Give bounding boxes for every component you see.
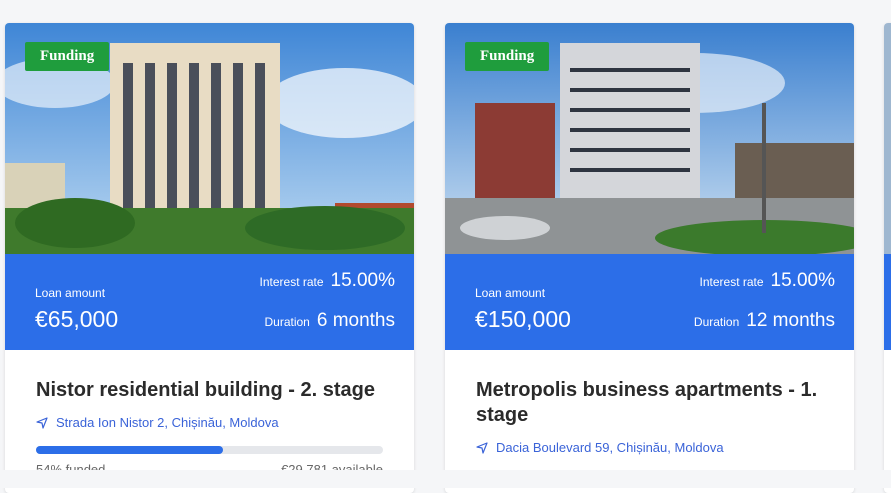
- location-arrow-icon: [476, 441, 488, 454]
- card-body: Metropolis business apartments - 1. stag…: [445, 350, 854, 479]
- project-address[interactable]: Dacia Boulevard 59, Chișinău, Moldova: [476, 440, 824, 455]
- duration-value: 6 months: [316, 310, 395, 331]
- address-text: Strada Ion Nistor 2, Chișinău, Moldova: [56, 415, 279, 430]
- loan-amount-label: Loan amount: [475, 286, 546, 300]
- interest-rate: Interest rate 15.00%: [260, 270, 395, 292]
- project-title[interactable]: Nistor residential building - 2. stage: [36, 378, 384, 403]
- funding-progress-bar: [36, 446, 383, 454]
- project-card[interactable]: Funding Loan amount €65,000 Interest rat…: [5, 23, 414, 493]
- interest-rate-value: 15.00%: [330, 270, 395, 291]
- interest-rate-label: Interest rate: [699, 275, 764, 289]
- duration-label: Duration: [264, 315, 310, 329]
- duration-value: 12 months: [746, 310, 835, 331]
- project-card-partial[interactable]: [884, 23, 891, 493]
- interest-rate-value: 15.00%: [770, 270, 835, 291]
- project-photo: [884, 23, 891, 254]
- loan-stats-panel: Loan amount €150,000 Interest rate 15.00…: [445, 254, 854, 350]
- status-badge: Funding: [25, 42, 110, 71]
- project-card[interactable]: Funding Loan amount €150,000 Interest ra…: [445, 23, 854, 493]
- loan-amount-label: Loan amount: [35, 286, 106, 300]
- address-text: Dacia Boulevard 59, Chișinău, Moldova: [496, 440, 724, 455]
- duration-label: Duration: [693, 315, 740, 329]
- duration: Duration 6 months: [264, 310, 395, 332]
- project-photo[interactable]: Funding: [5, 23, 414, 254]
- loan-stats-panel: Loan amount €65,000 Interest rate 15.00%…: [5, 254, 414, 350]
- loan-amount-value: €65,000: [35, 306, 119, 332]
- project-address[interactable]: Strada Ion Nistor 2, Chișinău, Moldova: [36, 415, 384, 430]
- viewport-bottom-edge: [0, 470, 891, 488]
- location-arrow-icon: [36, 416, 48, 429]
- card-body: Nistor residential building - 2. stage S…: [5, 350, 414, 477]
- project-title[interactable]: Metropolis business apartments - 1. stag…: [476, 378, 824, 428]
- status-badge: Funding: [465, 42, 550, 71]
- loan-stats-panel: [884, 254, 891, 350]
- loan-amount-value: €150,000: [475, 306, 571, 332]
- interest-rate-label: Interest rate: [259, 275, 324, 289]
- interest-rate: Interest rate 15.00%: [700, 270, 835, 292]
- project-photo[interactable]: Funding: [445, 23, 854, 254]
- funding-progress-fill: [36, 446, 224, 454]
- duration: Duration 12 months: [694, 310, 835, 332]
